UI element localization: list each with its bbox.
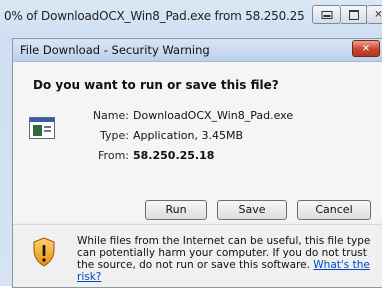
file-name-value: DownloadOCX_Win8_Pad.exe bbox=[133, 109, 294, 122]
minimize-icon bbox=[321, 10, 332, 19]
dialog-title: File Download - Security Warning bbox=[20, 43, 210, 57]
security-shield-icon bbox=[33, 237, 55, 267]
application-file-icon bbox=[29, 117, 55, 139]
dialog-close-button[interactable]: ✕ bbox=[352, 40, 380, 57]
download-progress-titlebar[interactable]: 0% of DownloadOCX_Win8_Pad.exe from 58.2… bbox=[0, 0, 382, 34]
file-type-value: Application, 3.45MB bbox=[133, 129, 243, 142]
window-close-button[interactable]: ✕ bbox=[367, 5, 382, 24]
browser-download-window: 0% of DownloadOCX_Win8_Pad.exe from 58.2… bbox=[0, 0, 382, 288]
type-label: Type: bbox=[100, 129, 129, 142]
dialog-titlebar[interactable]: File Download - Security Warning ✕ bbox=[13, 39, 382, 62]
from-label: From: bbox=[98, 149, 129, 162]
save-button[interactable]: Save bbox=[217, 200, 287, 220]
download-progress-title: 0% of DownloadOCX_Win8_Pad.exe from 58.2… bbox=[4, 9, 304, 23]
security-warning-dialog: File Download - Security Warning ✕ Do yo… bbox=[12, 38, 382, 288]
maximize-icon bbox=[348, 9, 359, 20]
file-source-value: 58.250.25.18 bbox=[133, 149, 215, 162]
close-icon: ✕ bbox=[361, 42, 371, 54]
dialog-footer: While files from the Internet can be use… bbox=[13, 224, 382, 287]
name-label: Name: bbox=[92, 109, 129, 122]
close-icon: ✕ bbox=[374, 9, 382, 20]
cancel-button[interactable]: Cancel bbox=[297, 200, 371, 220]
warning-message: While files from the Internet can be use… bbox=[77, 235, 373, 283]
run-button[interactable]: Run bbox=[145, 200, 207, 220]
minimize-button[interactable] bbox=[312, 5, 341, 24]
maximize-button[interactable] bbox=[341, 5, 367, 24]
dialog-body: Do you want to run or save this file? Na… bbox=[13, 62, 382, 222]
run-or-save-question: Do you want to run or save this file? bbox=[33, 78, 279, 92]
